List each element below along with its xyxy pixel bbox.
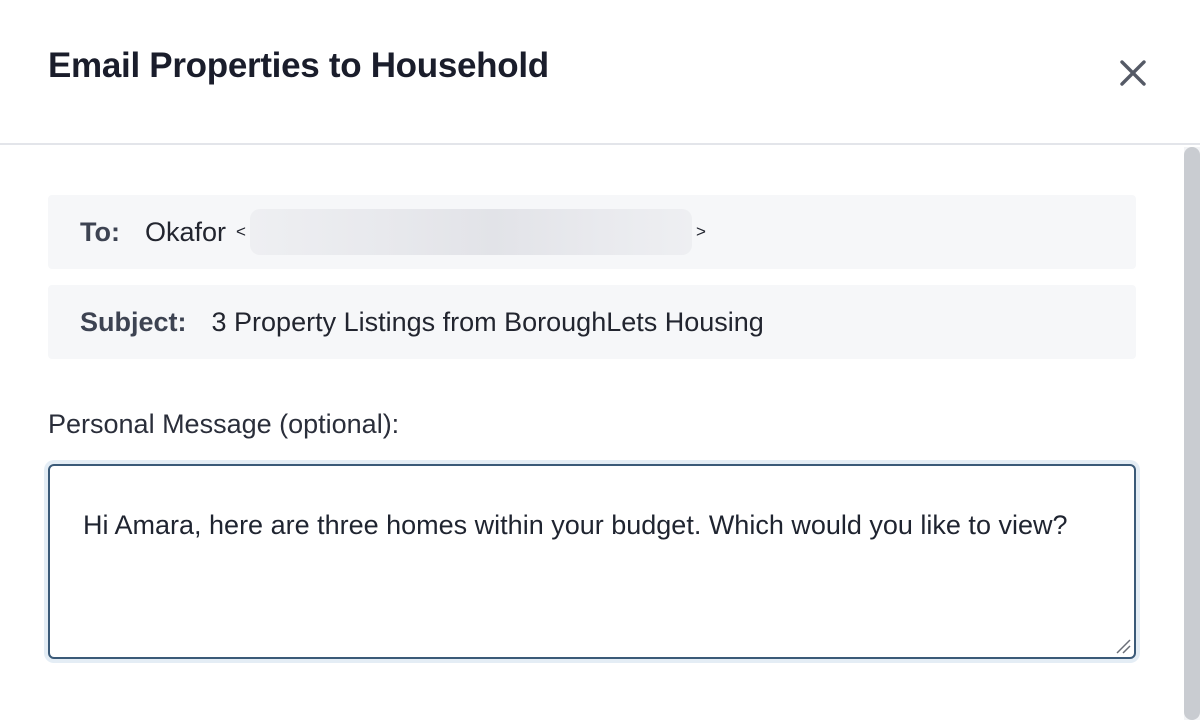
email-close-bracket: > [695,222,706,241]
personal-message-label: Personal Message (optional): [48,409,400,439]
personal-message-input[interactable]: Hi Amara, here are three homes within yo… [48,464,1136,659]
to-label: To: [80,216,120,247]
redacted-email-address [249,209,692,255]
dialog-title: Email Properties to Household [48,46,549,85]
resize-handle-icon[interactable] [1114,637,1132,655]
scrollbar-thumb[interactable] [1184,147,1200,720]
recipient-name: Okafor [144,216,227,247]
subject-label: Subject: [80,306,187,337]
subject-value: 3 Property Listings from BoroughLets Hou… [211,306,764,337]
email-open-bracket: < [236,222,246,241]
to-field: To: Okafor < > [48,195,1136,269]
close-icon [1120,60,1146,86]
subject-field: Subject: 3 Property Listings from Boroug… [48,285,1136,359]
scrollbar[interactable] [1184,147,1200,720]
close-button[interactable] [1112,52,1154,94]
dialog-body: To: Okafor < > Subject: 3 Property Listi… [0,147,1184,720]
dialog-header: Email Properties to Household [0,0,1200,145]
email-properties-dialog: Email Properties to Household To: Okafor… [0,0,1200,720]
